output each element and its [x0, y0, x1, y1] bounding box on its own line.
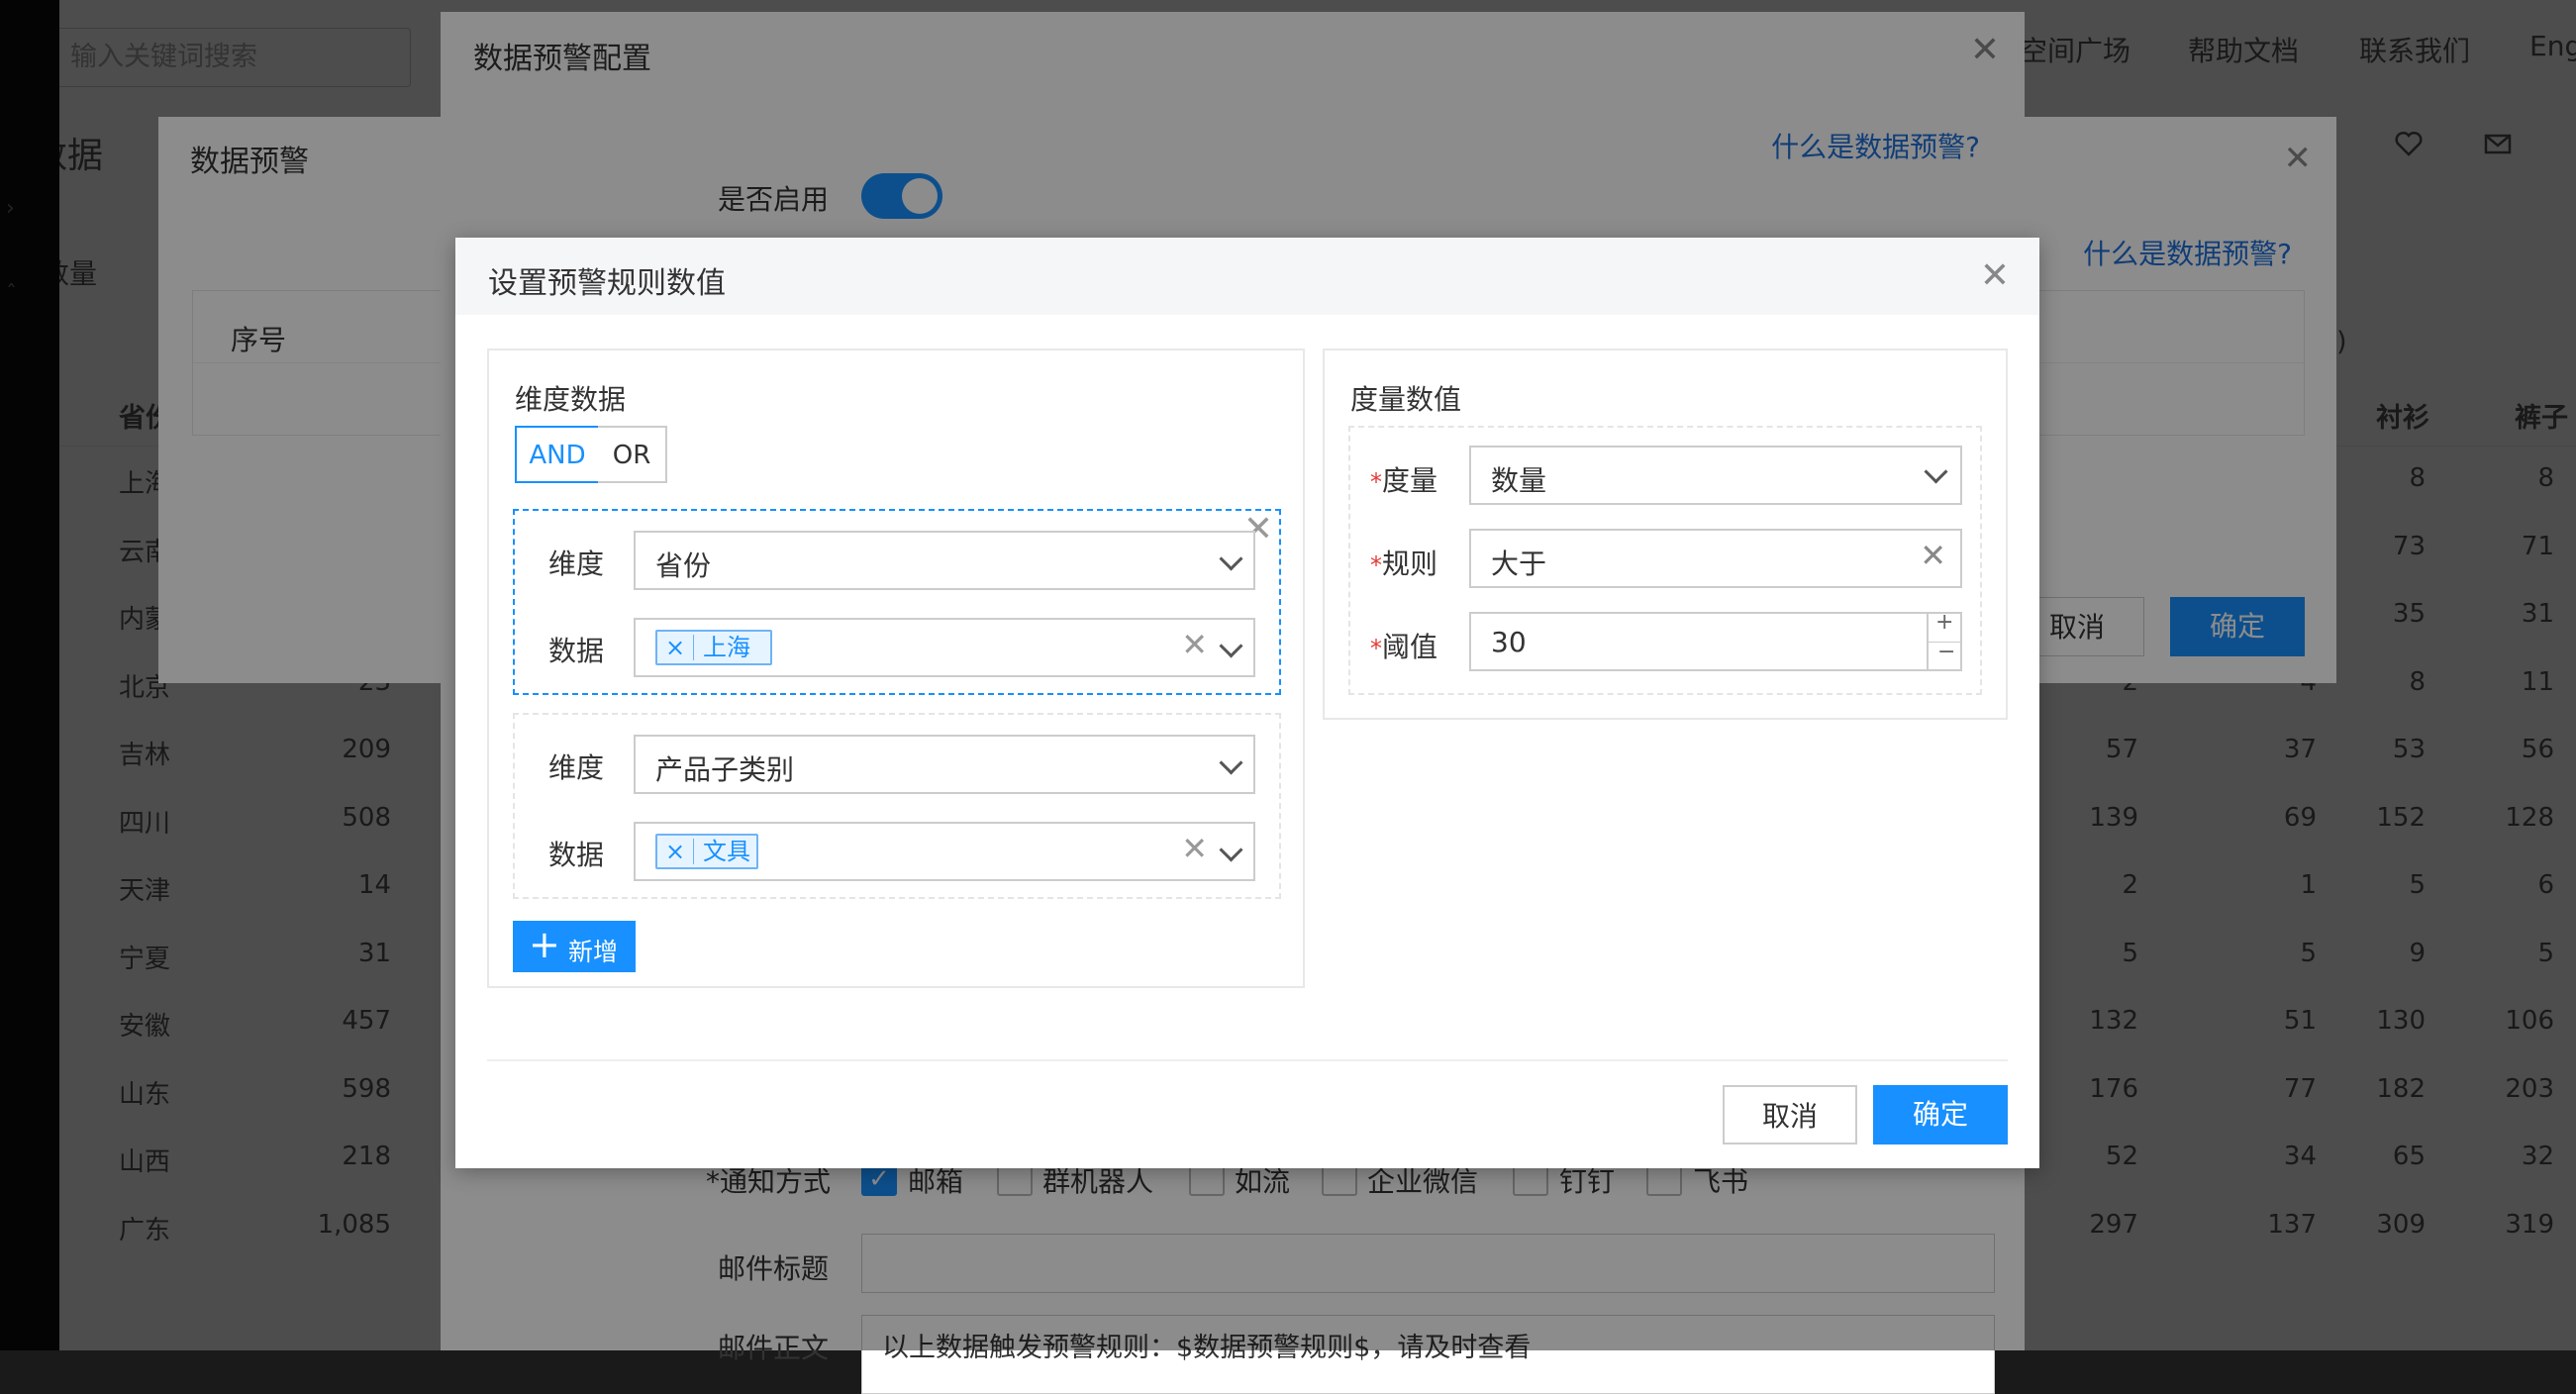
tag-label: 文具 — [703, 838, 750, 865]
tag-divider — [693, 635, 694, 660]
condition-card: ✕ 维度 省份 数据 × 上海 ✕ — [513, 509, 1281, 695]
footer-divider — [487, 1059, 2008, 1061]
data-label: 数据 — [548, 635, 605, 667]
dialog-header: 设置预警规则数值 ✕ — [455, 238, 2039, 315]
dimension-select-value: 省份 — [655, 549, 712, 582]
measure-select-value: 数量 — [1491, 464, 1547, 497]
tag-label: 上海 — [703, 634, 750, 661]
dimension-panel: 维度数据 AND OR ✕ 维度 省份 数据 × 上海 ✕ 维度 产品子类别 数… — [487, 348, 1305, 988]
clear-icon[interactable]: ✕ — [1920, 537, 1946, 574]
clear-icon[interactable]: ✕ — [1181, 830, 1208, 867]
chevron-down-icon — [1219, 634, 1243, 658]
tag-divider — [693, 839, 694, 864]
rule-label: *规则 — [1370, 548, 1438, 580]
increment-icon[interactable]: + — [1935, 610, 1953, 635]
required-mark: * — [1370, 635, 1382, 662]
add-condition-button[interactable]: + 新增 — [513, 921, 636, 972]
value-tag: × 文具 — [655, 834, 758, 869]
rule-select-value: 大于 — [1491, 548, 1547, 580]
required-mark: * — [1370, 551, 1382, 579]
measure-label: *度量 — [1370, 464, 1438, 497]
chevron-down-icon — [1219, 838, 1243, 862]
confirm-button[interactable]: 确定 — [1873, 1085, 2008, 1145]
tag-remove-icon[interactable]: × — [665, 836, 685, 867]
cancel-button[interactable]: 取消 — [1723, 1085, 1857, 1145]
logic-or-button[interactable]: OR — [598, 426, 667, 483]
threshold-input[interactable]: 30 + − — [1469, 610, 1962, 671]
dimension-panel-title: 维度数据 — [515, 383, 627, 416]
rule-dialog-title: 设置预警规则数值 — [488, 266, 726, 301]
threshold-label: *阈值 — [1370, 631, 1438, 663]
logic-and-button[interactable]: AND — [515, 426, 600, 483]
clear-icon[interactable]: ✕ — [1181, 626, 1208, 663]
dimension-label: 维度 — [548, 548, 605, 580]
rule-value-dialog: 设置预警规则数值 ✕ 维度数据 AND OR ✕ 维度 省份 数据 × 上海 ✕ — [455, 238, 2039, 1168]
measure-form: *度量 数量 *规则 大于 ✕ *阈值 30 + − — [1348, 426, 1982, 695]
data-multiselect[interactable]: × 文具 ✕ — [634, 822, 1255, 881]
dimension-label: 维度 — [548, 751, 605, 784]
condition-card: 维度 产品子类别 数据 × 文具 ✕ — [513, 713, 1281, 899]
tag-remove-icon[interactable]: × — [665, 632, 685, 663]
decrement-icon[interactable]: − — [1937, 640, 1955, 664]
plus-icon: + — [529, 923, 560, 966]
chevron-down-icon — [1219, 547, 1243, 571]
dimension-select[interactable]: 省份 — [634, 531, 1255, 590]
threshold-stepper: + − — [1927, 610, 1960, 669]
measure-panel: 度量数值 *度量 数量 *规则 大于 ✕ *阈值 30 + − — [1323, 348, 2008, 720]
data-label: 数据 — [548, 839, 605, 871]
close-icon[interactable]: ✕ — [1980, 255, 2010, 296]
value-tag: × 上海 — [655, 630, 772, 665]
dimension-select[interactable]: 产品子类别 — [634, 735, 1255, 794]
measure-select[interactable]: 数量 — [1469, 446, 1962, 505]
dimension-select-value: 产品子类别 — [655, 753, 795, 786]
chevron-down-icon — [1219, 750, 1243, 775]
data-multiselect[interactable]: × 上海 ✕ — [634, 618, 1255, 677]
add-condition-label: 新增 — [568, 938, 619, 966]
required-mark: * — [1370, 468, 1382, 496]
rule-select[interactable]: 大于 ✕ — [1469, 529, 1962, 588]
chevron-down-icon — [1924, 459, 1948, 484]
threshold-value: 30 — [1491, 626, 1527, 658]
measure-panel-title: 度量数值 — [1350, 383, 1462, 416]
